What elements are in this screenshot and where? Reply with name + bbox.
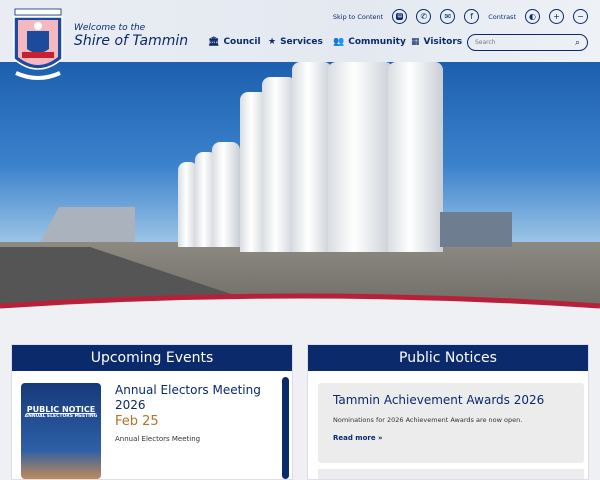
zoom-in-icon[interactable]: + [549,9,564,24]
poster-title: PUBLIC NOTICE [26,405,96,414]
event-date: Feb 25 [115,414,159,429]
events-scrollbar[interactable] [282,377,289,479]
document-icon[interactable]: ▤ [392,9,408,24]
utility-bar: Skip to Content ▤ ✆ ✉ f Contrast ◐ + − [333,9,588,24]
nav-label: Council [223,37,261,47]
search-placeholder: Search [475,39,496,46]
shire-logo[interactable] [12,7,64,85]
site-header: Welcome to the Shire of Tammin 🏛 Council … [0,0,600,62]
search-icon[interactable]: ⌕ [575,38,580,48]
notice-card[interactable] [318,469,584,479]
notice-card[interactable]: Tammin Achievement Awards 2026 Nominatio… [318,383,584,463]
skip-to-content-link[interactable]: Skip to Content [333,13,383,21]
bank-icon: 🏛 [208,37,220,47]
upcoming-events-panel: Upcoming Events PUBLIC NOTICE ANNUAL ELEC… [11,344,293,480]
nav-services[interactable]: ★ Services [268,37,323,47]
event-title[interactable]: Annual Electors Meeting 2026 [115,383,275,413]
star-icon: ★ [268,37,277,47]
nav-council[interactable]: 🏛 Council [208,37,261,47]
welcome-text: Welcome to the [74,23,146,33]
nav-label: Visitors [423,37,463,47]
event-poster-image[interactable]: PUBLIC NOTICE ANNUAL ELECTORS MEETING [21,383,101,479]
read-more-link[interactable]: Read more » [333,434,569,442]
contrast-label: Contrast [488,12,516,21]
search-input[interactable]: Search ⌕ [467,34,588,51]
people-icon: 👥 [333,37,345,47]
contrast-icon[interactable]: ◐ [525,9,540,24]
hero-image [0,62,600,320]
hero-divider [0,293,600,322]
notices-heading: Public Notices [308,345,588,371]
email-icon[interactable]: ✉ [440,9,456,24]
events-heading: Upcoming Events [12,345,292,371]
nav-community[interactable]: 👥 Community [333,37,406,47]
facebook-icon[interactable]: f [464,9,480,24]
event-description: Annual Electors Meeting [115,435,201,443]
notice-description: Nominations for 2026 Achievement Awards … [333,416,523,424]
nav-label: Community [348,37,406,47]
public-notices-panel: Public Notices Tammin Achievement Awards… [307,344,589,480]
phone-icon[interactable]: ✆ [416,9,432,24]
notice-title[interactable]: Tammin Achievement Awards 2026 [333,393,569,407]
poster-subtitle: ANNUAL ELECTORS MEETING [24,414,98,419]
map-icon: ▦ [411,37,420,47]
zoom-out-icon[interactable]: − [573,9,588,24]
site-title[interactable]: Shire of Tammin [74,33,188,49]
nav-visitors[interactable]: ▦ Visitors [411,37,462,47]
nav-label: Services [280,37,323,47]
